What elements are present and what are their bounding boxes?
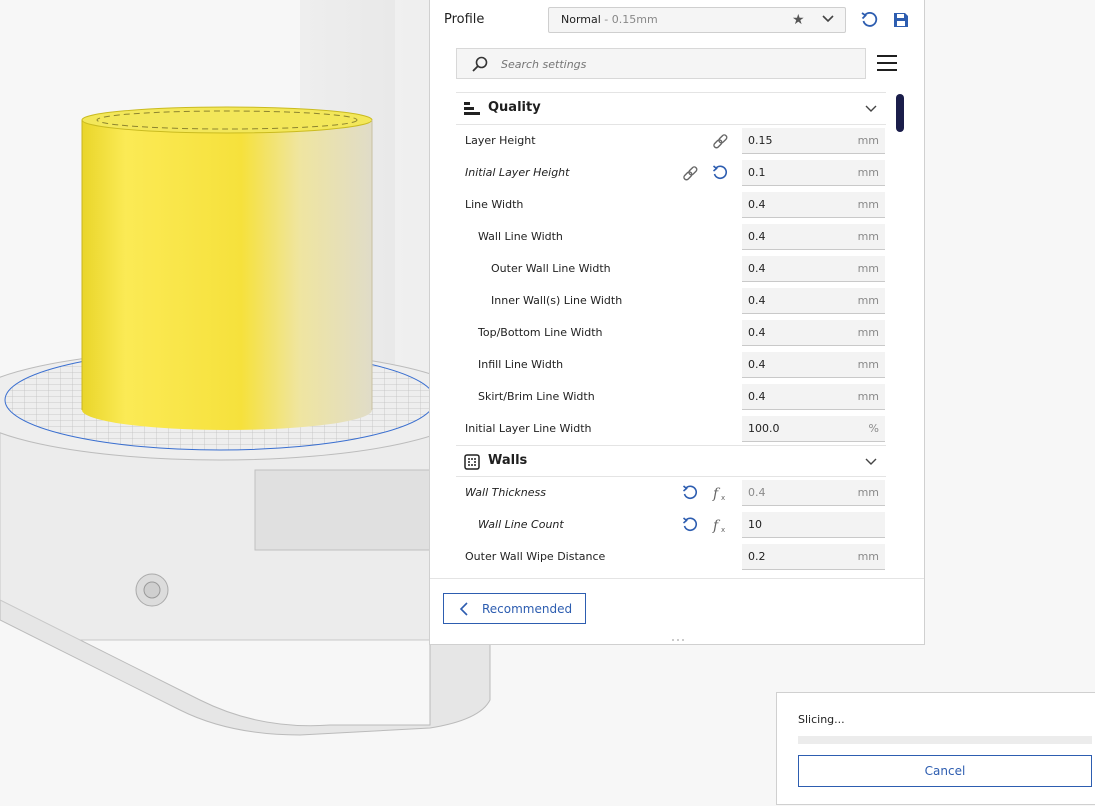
search-icon (472, 56, 488, 72)
link-icon[interactable] (681, 164, 699, 182)
svg-text:f: f (712, 518, 721, 534)
outer-wall-line-width-input[interactable]: 0.4 mm (742, 256, 885, 282)
setting-outer-wall-wipe-distance: Outer Wall Wipe Distance 0.2 mm (456, 541, 886, 573)
cancel-slicing-button[interactable]: Cancel (798, 755, 1092, 787)
setting-skirt-brim-line-width: Skirt/Brim Line Width 0.4 mm (456, 381, 886, 413)
search-settings-box[interactable] (456, 48, 866, 79)
setting-infill-line-width: Infill Line Width 0.4 mm (456, 349, 886, 381)
chevron-down-icon (865, 105, 877, 112)
setting-initial-layer-line-width: Initial Layer Line Width 100.0% (456, 413, 886, 445)
category-title: Walls (488, 453, 528, 468)
function-icon[interactable]: fx (711, 484, 729, 502)
search-input[interactable] (501, 55, 831, 73)
reset-icon[interactable] (681, 516, 699, 534)
infill-line-width-input[interactable]: 0.4 mm (742, 352, 885, 378)
reset-profile-icon[interactable] (860, 11, 878, 29)
svg-text:x: x (721, 494, 725, 502)
wall-line-count-input[interactable]: 10 (742, 512, 885, 538)
profile-row: Profile Normal - 0.15mm ★ (430, 0, 924, 40)
setting-inner-wall-line-width: Inner Wall(s) Line Width 0.4 mm (456, 285, 886, 317)
function-icon[interactable]: fx (711, 516, 729, 534)
reset-icon[interactable] (711, 164, 729, 182)
line-width-input[interactable]: 0.4 mm (742, 192, 885, 218)
profile-label: Profile (444, 12, 485, 27)
slicing-progress-bar (798, 736, 1092, 744)
profile-selected: Normal - 0.15mm (561, 13, 658, 26)
wall-thickness-input[interactable]: 0.4 mm (742, 480, 885, 506)
setting-wall-line-count: Wall Line Count fx 10 (456, 509, 886, 541)
setting-top-bottom-line-width: Top/Bottom Line Width 0.4 mm (456, 317, 886, 349)
top-bottom-line-width-input[interactable]: 0.4 mm (742, 320, 885, 346)
footer-divider (430, 578, 924, 579)
inner-wall-line-width-input[interactable]: 0.4 mm (742, 288, 885, 314)
save-profile-icon[interactable] (892, 11, 910, 29)
resize-grip-icon[interactable] (670, 638, 686, 642)
category-title: Quality (488, 100, 541, 115)
initial-layer-line-width-input[interactable]: 100.0% (742, 416, 885, 442)
favorite-star-icon[interactable]: ★ (792, 12, 805, 28)
print-settings-panel: Profile Normal - 0.15mm ★ Quality Layer … (429, 0, 925, 645)
chevron-left-icon (459, 602, 468, 616)
initial-layer-height-input[interactable]: 0.1 mm (742, 160, 885, 186)
setting-wall-thickness: Wall Thickness fx 0.4 mm (456, 477, 886, 509)
outer-wall-wipe-distance-input[interactable]: 0.2 mm (742, 544, 885, 570)
profile-dropdown[interactable]: Normal - 0.15mm ★ (548, 7, 846, 33)
setting-wall-line-width: Wall Line Width 0.4 mm (456, 221, 886, 253)
quality-icon (464, 102, 480, 115)
setting-outer-wall-line-width: Outer Wall Line Width 0.4 mm (456, 253, 886, 285)
category-walls[interactable]: Walls (456, 445, 886, 477)
setting-initial-layer-height: Initial Layer Height 0.1 mm (456, 157, 886, 189)
link-icon[interactable] (711, 132, 729, 150)
settings-list[interactable]: Quality Layer Height 0.15 mm Initial Laye… (456, 92, 886, 576)
category-quality[interactable]: Quality (456, 93, 886, 125)
svg-text:x: x (721, 526, 725, 534)
svg-text:f: f (712, 486, 721, 502)
walls-icon (464, 454, 480, 470)
chevron-down-icon (822, 15, 834, 23)
layer-height-input[interactable]: 0.15 mm (742, 128, 885, 154)
slicing-status-panel: Slicing... Cancel (776, 692, 1095, 805)
setting-row-partial (456, 573, 886, 576)
reset-icon[interactable] (681, 484, 699, 502)
setting-layer-height: Layer Height 0.15 mm (456, 125, 886, 157)
chevron-down-icon (865, 458, 877, 465)
wall-line-width-input[interactable]: 0.4 mm (742, 224, 885, 250)
setting-line-width: Line Width 0.4 mm (456, 189, 886, 221)
recommended-button[interactable]: Recommended (443, 593, 586, 624)
settings-visibility-menu-icon[interactable] (876, 52, 898, 74)
settings-scrollbar[interactable] (896, 94, 904, 132)
skirt-brim-line-width-input[interactable]: 0.4 mm (742, 384, 885, 410)
slicing-status-text: Slicing... (798, 713, 845, 726)
